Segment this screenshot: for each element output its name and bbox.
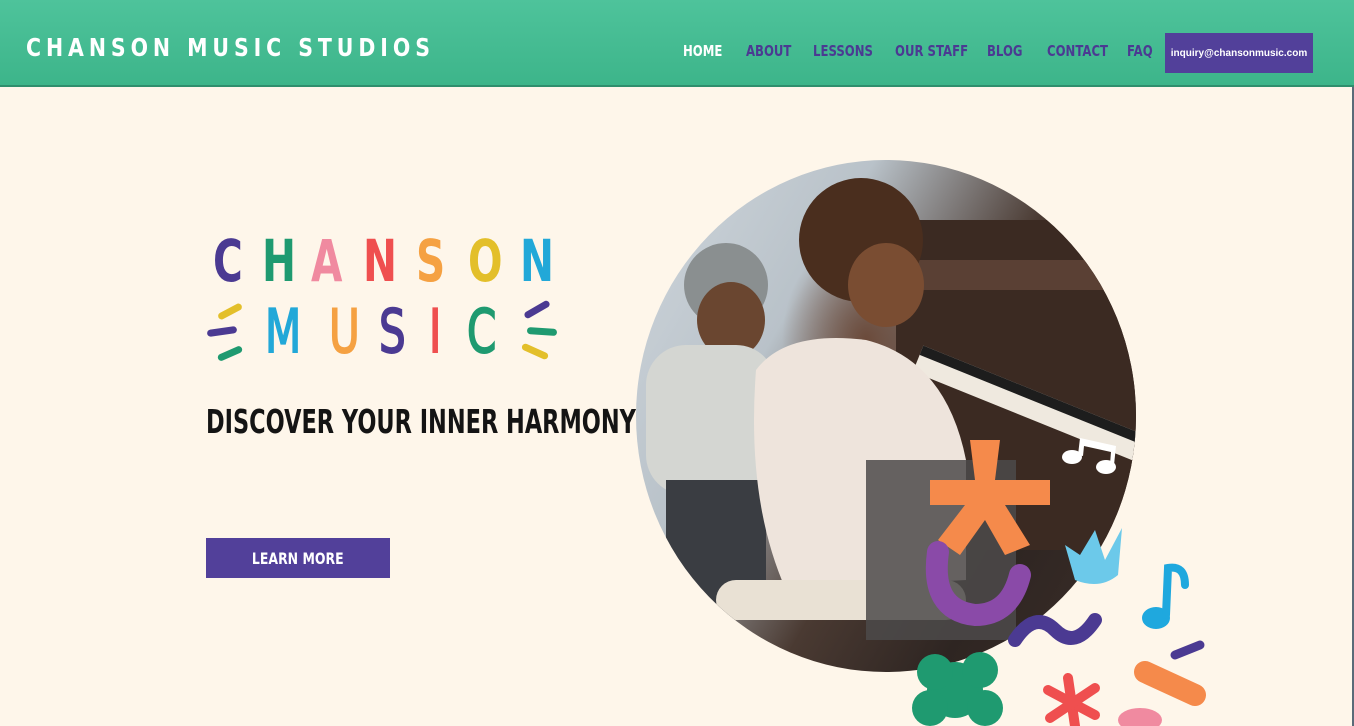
chanson-music-logo: C H A N S O N M U S I C xyxy=(205,228,565,378)
nav-our-staff[interactable]: OUR STAFF xyxy=(895,42,968,60)
confetti-dash xyxy=(1134,661,1206,706)
confetti-dash xyxy=(520,342,550,361)
site-header: CHANSON MUSIC STUDIOS HOME ABOUT LESSONS… xyxy=(0,0,1354,87)
learn-more-label: LEARN MORE xyxy=(252,548,344,568)
logo-letter: N xyxy=(520,227,554,295)
confetti-dash xyxy=(1170,640,1205,660)
girl-face xyxy=(848,243,924,327)
logo-letter: C xyxy=(213,227,243,295)
blue-note-icon xyxy=(1142,563,1189,629)
logo-letter: C xyxy=(466,297,497,367)
logo-letter: S xyxy=(378,297,406,367)
red-asterisk-shape xyxy=(1043,673,1100,726)
piano-panel xyxy=(906,260,1136,290)
logo-letter: N xyxy=(363,227,397,295)
logo-letter: S xyxy=(416,227,446,295)
logo-letter: U xyxy=(328,297,360,367)
logo-letter: H xyxy=(262,227,296,295)
hero-tagline: DISCOVER YOUR INNER HARMONY xyxy=(206,402,636,441)
nav-contact[interactable]: CONTACT xyxy=(1047,42,1108,60)
nav-blog[interactable]: BLOG xyxy=(987,42,1023,60)
confetti-dash xyxy=(216,345,244,362)
nav-home[interactable]: HOME xyxy=(683,42,722,60)
nav-faq[interactable]: FAQ xyxy=(1127,42,1153,60)
confetti-dash xyxy=(206,325,238,338)
photo-illustration xyxy=(646,178,1136,640)
girl-legs xyxy=(866,460,1016,640)
logo-letter: M xyxy=(264,297,302,367)
logo-letter: O xyxy=(468,227,503,295)
email-inquiry-button[interactable]: inquiry@chansonmusic.com xyxy=(1165,33,1313,73)
learn-more-button[interactable]: LEARN MORE xyxy=(206,538,390,578)
nav-about[interactable]: ABOUT xyxy=(746,42,791,60)
hero-photo xyxy=(636,160,1136,672)
logo-letter: A xyxy=(311,227,343,295)
pink-blob xyxy=(1118,708,1162,726)
confetti-dash xyxy=(216,302,244,321)
confetti-dash xyxy=(526,326,558,337)
nav-lessons[interactable]: LESSONS xyxy=(813,42,873,60)
main-nav: HOME ABOUT LESSONS OUR STAFF BLOG CONTAC… xyxy=(0,0,1354,87)
confetti-dash xyxy=(523,299,551,320)
logo-letter: I xyxy=(428,297,442,367)
